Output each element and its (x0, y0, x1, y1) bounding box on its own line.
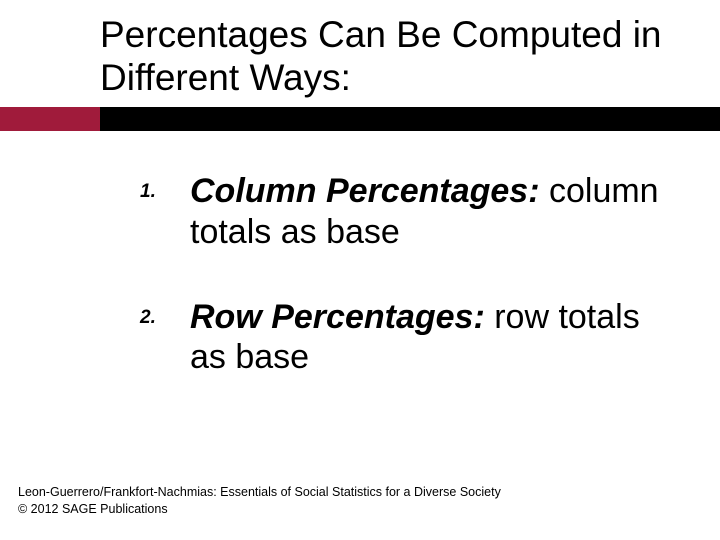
list-number: 1. (140, 171, 190, 203)
body-content: 1. Column Percentages: column totals as … (0, 131, 720, 378)
rule-main-bar (100, 107, 720, 131)
list-lead: Column Percentages: (190, 172, 549, 210)
slide-title: Percentages Can Be Computed in Different… (100, 14, 702, 99)
list-item: 1. Column Percentages: column totals as … (140, 171, 660, 253)
list-text: Row Percentages: row totals as base (190, 297, 660, 379)
title-region: Percentages Can Be Computed in Different… (0, 0, 720, 99)
list-number: 2. (140, 297, 190, 329)
footer-line-2: © 2012 SAGE Publications (18, 501, 501, 518)
slide: Percentages Can Be Computed in Different… (0, 0, 720, 540)
footer-line-1: Leon-Guerrero/Frankfort-Nachmias: Essent… (18, 484, 501, 501)
horizontal-rule (0, 107, 720, 131)
list-text: Column Percentages: column totals as bas… (190, 171, 660, 253)
rule-accent-block (0, 107, 100, 131)
list-lead: Row Percentages: (190, 298, 494, 336)
list-item: 2. Row Percentages: row totals as base (140, 297, 660, 379)
footer: Leon-Guerrero/Frankfort-Nachmias: Essent… (18, 484, 501, 518)
